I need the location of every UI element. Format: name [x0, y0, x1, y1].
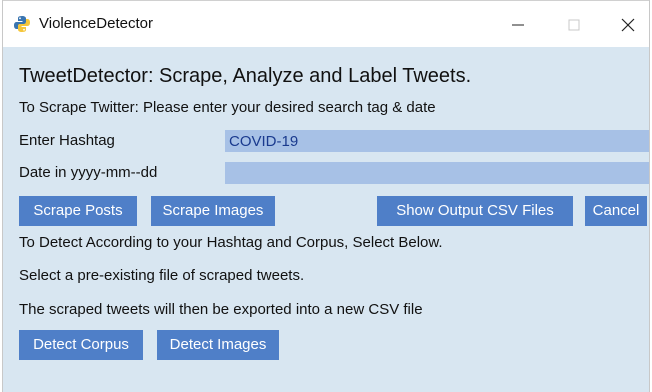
python-icon — [13, 15, 31, 33]
cancel-button[interactable]: Cancel — [585, 196, 647, 226]
export-instructions: The scraped tweets will then be exported… — [19, 301, 423, 318]
close-icon — [621, 18, 635, 32]
date-label: Date in yyyy-mm--dd — [19, 164, 158, 181]
title-bar[interactable]: ViolenceDetector — [3, 0, 649, 47]
scrape-posts-button[interactable]: Scrape Posts — [19, 196, 137, 226]
minimize-button[interactable] — [503, 13, 533, 37]
date-input[interactable] — [225, 162, 649, 184]
scrape-images-button[interactable]: Scrape Images — [151, 196, 275, 226]
window-title: ViolenceDetector — [39, 15, 153, 32]
detect-instructions: To Detect According to your Hashtag and … — [19, 234, 443, 251]
scrape-instructions: To Scrape Twitter: Please enter your des… — [19, 99, 436, 116]
app-window: ViolenceDetector TweetDetector: Scrape, … — [2, 0, 650, 392]
maximize-icon — [568, 19, 580, 31]
minimize-icon — [512, 24, 524, 26]
select-file-instructions: Select a pre-existing file of scraped tw… — [19, 267, 305, 284]
maximize-button[interactable] — [559, 13, 589, 37]
page-heading: TweetDetector: Scrape, Analyze and Label… — [19, 65, 472, 87]
show-output-csv-button[interactable]: Show Output CSV Files — [377, 196, 573, 226]
close-button[interactable] — [613, 13, 643, 37]
hashtag-label: Enter Hashtag — [19, 132, 115, 149]
detect-images-button[interactable]: Detect Images — [157, 330, 279, 360]
hashtag-input[interactable] — [225, 130, 649, 152]
detect-corpus-button[interactable]: Detect Corpus — [19, 330, 143, 360]
